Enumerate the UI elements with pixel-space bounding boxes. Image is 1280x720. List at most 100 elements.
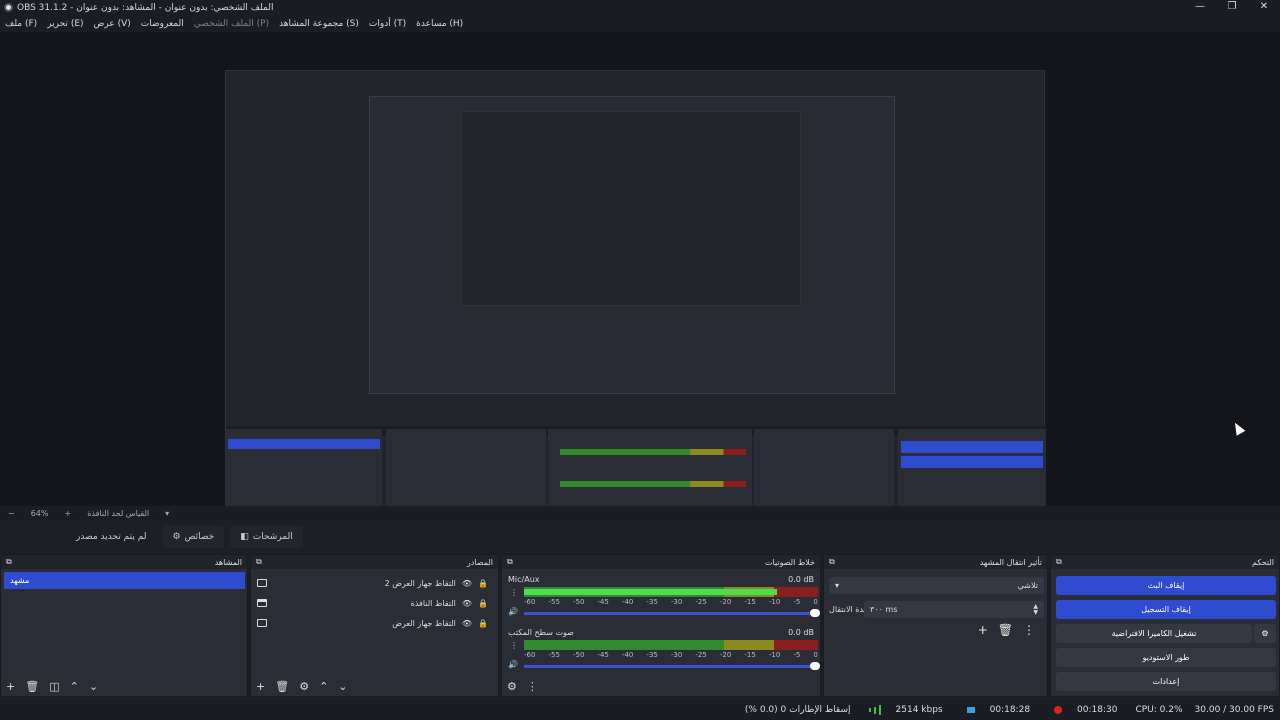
gear-icon: ⚙ (1261, 629, 1269, 638)
move-up-icon[interactable]: ⌃ (70, 680, 79, 693)
lock-icon[interactable]: 🔒 (478, 619, 488, 628)
menu-help[interactable]: مساعدة (H) (416, 19, 463, 29)
gear-icon: ⚙ (172, 532, 181, 542)
speaker-icon[interactable]: 🔊 (508, 607, 518, 616)
zoom-in-button[interactable]: + (64, 509, 71, 518)
zoom-bar: − 64% + القياس لحد النافذة ▾ (0, 506, 1280, 520)
channel-name: Mic/Aux (508, 575, 540, 584)
channel-menu-icon[interactable]: ⋮ (510, 588, 518, 597)
window-title: OBS 31.1.2 - الملف الشخصي: بدون عنوان - … (17, 2, 274, 13)
source-toolbar: لم يتم تحديد مصدر ⚙ خصائص ◧ المرشحات (0, 520, 1280, 554)
mixer-title: خلاط الصوتيات (765, 557, 815, 567)
tick-label: -20 (719, 598, 732, 606)
lock-icon[interactable]: 🔒 (478, 599, 488, 608)
trash-icon[interactable]: 🗑 (275, 680, 289, 693)
studio-mode-button[interactable]: طور الاستوديو (1056, 648, 1276, 667)
menu-edit[interactable]: تحرير (E) (47, 19, 83, 29)
volume-slider[interactable] (524, 662, 820, 670)
undock-icon[interactable]: ⧉ (829, 557, 835, 567)
tick-label: -50 (572, 598, 585, 606)
source-label: التقاط النافذة (410, 598, 456, 608)
record-icon (1054, 706, 1063, 714)
monitor-icon (257, 619, 267, 627)
spin-arrows-icon[interactable]: ▲ ▼ (1033, 603, 1038, 616)
add-icon[interactable]: + (978, 623, 988, 637)
advanced-audio-icon[interactable]: ⚙ (507, 680, 517, 693)
scenes-dock-footer: + 🗑 ◫ ⌃ ⌄ (1, 676, 247, 696)
menu-docks[interactable]: المعروضات (141, 19, 184, 29)
lock-icon[interactable]: 🔒 (478, 579, 488, 588)
speaker-icon[interactable]: 🔊 (508, 660, 518, 669)
nested-capture-2 (461, 111, 801, 306)
duration-spinbox[interactable]: ٣٠٠ ms ▲ ▼ (864, 601, 1044, 618)
source-row[interactable]: التقاط جهاز العرض 2 👁 🔒 (257, 574, 488, 592)
source-row[interactable]: التقاط جهاز العرض 👁 🔒 (257, 614, 488, 632)
maximize-icon[interactable]: ❐ (1216, 0, 1248, 15)
filters-button[interactable]: ◧ المرشحات (230, 526, 303, 548)
record-status: 00:18:30 (1048, 705, 1123, 715)
undock-icon[interactable]: ⧉ (256, 557, 262, 567)
add-icon[interactable]: + (6, 680, 15, 693)
transition-actions: + 🗑 ⋮ (978, 623, 1035, 637)
stream-time: 00:18:28 (989, 705, 1031, 715)
minimize-icon[interactable]: — (1184, 0, 1216, 15)
slider-knob[interactable] (810, 609, 820, 617)
close-icon[interactable]: ✕ (1248, 0, 1280, 15)
slider-knob[interactable] (810, 662, 820, 670)
menu-view[interactable]: عرض (V) (94, 19, 131, 29)
stream-status: 00:18:28 (961, 705, 1036, 715)
source-label: التقاط جهاز العرض (392, 618, 456, 628)
tick-label: 0 (813, 651, 818, 659)
filter-icon[interactable]: ◫ (49, 680, 59, 693)
tick-label: -10 (768, 598, 781, 606)
scene-item[interactable]: مشهد (4, 572, 245, 589)
trash-icon[interactable]: 🗑 (25, 680, 39, 693)
volume-meter-fill (524, 589, 777, 595)
volume-meter (524, 640, 818, 650)
tick-label: -25 (695, 598, 707, 606)
eye-icon[interactable]: 👁 (462, 579, 472, 588)
undock-icon[interactable]: ⧉ (6, 557, 12, 567)
source-row[interactable]: التقاط النافذة 👁 🔒 (257, 594, 488, 612)
tick-label: -20 (719, 651, 732, 659)
mixer-menu-icon[interactable]: ⋮ (527, 680, 538, 693)
dropped-frames: إسقاط الإطارات 0 (0.0 %) (744, 705, 851, 715)
gear-icon[interactable]: ⚙ (299, 680, 309, 693)
move-up-icon[interactable]: ⌃ (319, 680, 328, 693)
move-down-icon[interactable]: ⌄ (89, 680, 98, 693)
controls-dock-header: التحكم ⧉ (1051, 555, 1279, 569)
undock-icon[interactable]: ⧉ (1056, 557, 1062, 567)
eye-icon[interactable]: 👁 (462, 599, 472, 608)
settings-button[interactable]: إعدادات (1056, 672, 1276, 691)
stop-streaming-button[interactable]: إيقاف البث (1056, 576, 1276, 595)
menu-profile[interactable]: الملف الشخصي (P) (194, 19, 269, 29)
preview-capture-image (225, 70, 1046, 534)
monitor-icon (257, 579, 267, 587)
transition-menu-icon[interactable]: ⋮ (1023, 623, 1035, 637)
mixer-dock-header: خلاط الصوتيات ⧉ (502, 555, 820, 569)
virtual-camera-settings-button[interactable]: ⚙ (1254, 624, 1276, 643)
undock-icon[interactable]: ⧉ (507, 557, 513, 567)
chevron-down-icon[interactable]: ▾ (165, 509, 169, 518)
menu-tools[interactable]: أدوات (T) (369, 19, 406, 29)
channel-menu-icon[interactable]: ⋮ (510, 641, 518, 650)
start-virtual-camera-button[interactable]: تشغيل الكاميرا الافتراضية (1056, 624, 1252, 643)
menu-scene-collection[interactable]: مجموعة المشاهد (S) (279, 19, 359, 29)
transition-type-select[interactable]: تلاشي ▾ (829, 577, 1044, 594)
tick-label: -55 (548, 598, 560, 606)
zoom-out-button[interactable]: − (8, 509, 15, 518)
properties-label: خصائص (184, 532, 215, 542)
trash-icon[interactable]: 🗑 (998, 623, 1013, 637)
eye-icon[interactable]: 👁 (462, 619, 472, 628)
stop-recording-button[interactable]: إيقاف التسجيل (1056, 600, 1276, 619)
add-icon[interactable]: + (256, 680, 265, 693)
move-down-icon[interactable]: ⌄ (338, 680, 347, 693)
transitions-dock-header: تأثير انتقال المشهد ⧉ (824, 555, 1047, 569)
preview-canvas[interactable] (0, 32, 1280, 534)
properties-button[interactable]: ⚙ خصائص (162, 526, 225, 548)
menu-file[interactable]: ملف (F) (5, 19, 37, 29)
tick-label: -45 (597, 651, 609, 659)
zoom-mode-select[interactable]: القياس لحد النافذة (87, 509, 149, 518)
tick-label: -15 (744, 598, 756, 606)
volume-slider[interactable] (524, 609, 820, 617)
